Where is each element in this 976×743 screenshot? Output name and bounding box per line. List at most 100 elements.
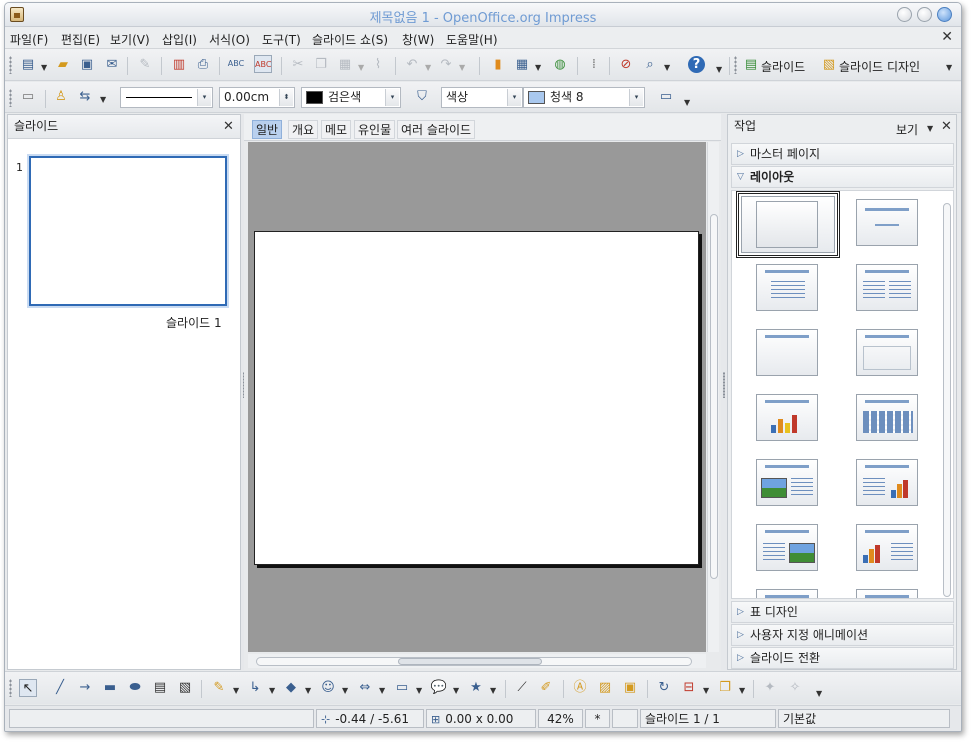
alignment-dropdown-icon[interactable]: ▼ (703, 686, 709, 695)
autospellcheck-icon[interactable]: ABC (254, 55, 272, 73)
ellipse-icon[interactable]: ⬬ (126, 679, 144, 697)
zoom-dropdown-icon[interactable]: ▼ (664, 63, 670, 72)
undo-icon[interactable]: ↶ (403, 56, 421, 74)
basic-shapes-dropdown-icon[interactable]: ▼ (305, 686, 311, 695)
menu-slideshow[interactable]: 슬라이드 쇼(S) (312, 31, 388, 48)
section-master-pages[interactable]: ▷ 마스터 페이지 (731, 143, 954, 165)
gallery-icon[interactable]: ▣ (621, 679, 639, 697)
export-pdf-icon[interactable]: ▥ (170, 56, 188, 74)
slide-design-icon[interactable]: ▧ (820, 56, 838, 74)
arrow-style-dropdown-icon[interactable]: ▼ (100, 95, 106, 104)
tab-normal[interactable]: 일반 (252, 120, 283, 139)
tab-notes[interactable]: 메모 (321, 120, 352, 139)
zoom-icon[interactable]: ⌕ (641, 56, 659, 74)
slides-pane-close-icon[interactable]: ✕ (223, 119, 234, 134)
alignment-icon[interactable]: ⊟ (680, 679, 698, 697)
points-icon[interactable]: ⟋ (513, 679, 531, 697)
open-icon[interactable]: ▰ (54, 56, 72, 74)
shadow-icon[interactable]: ▭ (657, 88, 675, 106)
spellcheck-icon[interactable]: ABC (227, 55, 245, 73)
layout-title-two-content[interactable] (856, 264, 918, 311)
arrange-icon[interactable]: ❐ (716, 679, 734, 697)
toolbar-grip[interactable] (9, 679, 12, 697)
redo-icon[interactable]: ↷ (437, 56, 455, 74)
print-icon[interactable]: ⎙ (194, 56, 212, 74)
help-icon[interactable]: ? (688, 56, 705, 73)
flowchart-dropdown-icon[interactable]: ▼ (416, 686, 422, 695)
edit-file-icon[interactable]: ✎ (136, 56, 154, 74)
stars-icon[interactable]: ★ (467, 679, 485, 697)
vertical-scrollbar[interactable] (707, 142, 719, 652)
rotate-icon[interactable]: ↻ (655, 679, 673, 697)
layout-title-chart[interactable] (756, 394, 818, 441)
fontwork-gallery-icon[interactable]: Ⓐ (571, 679, 589, 697)
menu-view[interactable]: 보기(V) (110, 31, 150, 48)
section-slide-transition[interactable]: ▷ 슬라이드 전환 (731, 647, 954, 669)
status-signature[interactable] (612, 709, 638, 728)
arrow-line-icon[interactable]: → (76, 679, 94, 697)
undo-dropdown-icon[interactable]: ▼ (425, 63, 431, 72)
layout-chart-text[interactable] (856, 524, 918, 571)
layout-picture-text[interactable] (756, 459, 818, 506)
horizontal-scrollbar[interactable] (248, 654, 706, 668)
slide-canvas[interactable] (248, 142, 706, 652)
area-color-select[interactable]: 청색 8 ▾ (523, 87, 645, 108)
extrusion-icon[interactable]: ✦ (761, 679, 779, 697)
show-draw-functions-icon[interactable]: ◍ (551, 56, 569, 74)
new-slide-icon[interactable]: ▤ (742, 56, 760, 74)
layout-title-content[interactable] (756, 264, 818, 311)
save-icon[interactable]: ▣ (78, 56, 96, 74)
layout-partial[interactable] (856, 589, 918, 598)
grid-icon[interactable]: ⁞ (585, 56, 603, 74)
curve-icon[interactable]: ✎ (210, 679, 228, 697)
menu-help[interactable]: 도움말(H) (446, 31, 498, 48)
fontwork-text-icon[interactable]: ▧ (176, 679, 194, 697)
line-width-spinner-icon[interactable]: ⬍ (279, 89, 293, 106)
arrow-style-icon[interactable]: ⇆ (76, 88, 94, 106)
menu-window[interactable]: 창(W) (402, 31, 434, 48)
3d-effects-icon[interactable]: ✧ (786, 679, 804, 697)
toolbar-grip[interactable] (9, 89, 12, 107)
task-pane-view-menu[interactable]: 보기 (896, 121, 918, 138)
layout-title-box[interactable] (856, 329, 918, 376)
section-layouts[interactable]: ▽ 레이아웃 (731, 166, 954, 188)
maximize-button[interactable] (917, 7, 932, 22)
layout-title-only[interactable] (856, 199, 918, 246)
line-style-select[interactable]: ▾ (120, 87, 213, 108)
toolbar-grip[interactable] (734, 56, 737, 74)
curve-dropdown-icon[interactable]: ▼ (233, 686, 239, 695)
toolbar-overflow-icon[interactable]: ▼ (684, 98, 690, 107)
table-dropdown-icon[interactable]: ▼ (535, 63, 541, 72)
email-icon[interactable]: ✉ (103, 56, 121, 74)
layout-title-centered-text[interactable] (756, 329, 818, 376)
connector-icon[interactable]: ↳ (246, 679, 264, 697)
new-icon[interactable]: ▤ (19, 56, 37, 74)
new-slide-button[interactable]: 슬라이드 (761, 58, 805, 75)
line-color-dropdown-icon[interactable]: ▾ (385, 89, 399, 106)
area-color-dropdown-icon[interactable]: ▾ (629, 89, 643, 106)
callouts-dropdown-icon[interactable]: ▼ (453, 686, 459, 695)
status-zoom[interactable]: 42% (538, 709, 583, 728)
close-document-icon[interactable]: ✕ (941, 29, 953, 45)
menu-file[interactable]: 파일(F) (10, 31, 48, 48)
line-color-select[interactable]: 검은색 ▾ (301, 87, 401, 108)
line-icon[interactable]: ╱ (51, 679, 69, 697)
menu-edit[interactable]: 편집(E) (61, 31, 100, 48)
redo-dropdown-icon[interactable]: ▼ (459, 63, 465, 72)
tab-handout[interactable]: 유인물 (354, 120, 396, 139)
from-file-icon[interactable]: ▨ (596, 679, 614, 697)
minimize-button[interactable] (897, 7, 912, 22)
stars-dropdown-icon[interactable]: ▼ (490, 686, 496, 695)
horizontal-scroll-thumb[interactable] (398, 658, 542, 665)
table-icon[interactable]: ▦ (513, 56, 531, 74)
text-icon[interactable]: ▤ (151, 679, 169, 697)
layout-partial[interactable] (756, 589, 818, 598)
slide-page[interactable] (254, 231, 699, 565)
toolbar-overflow-icon[interactable]: ▼ (716, 65, 722, 74)
toolbar-overflow-icon[interactable]: ▼ (816, 689, 822, 698)
rectangle-icon[interactable]: ▬ (101, 679, 119, 697)
style-icon[interactable]: ▭ (19, 88, 37, 106)
toolbar-overflow-icon[interactable]: ▼ (946, 63, 952, 72)
line-width-field[interactable]: 0.00cm ⬍ (219, 87, 295, 108)
view-menu-dropdown-icon[interactable]: ▼ (927, 124, 933, 133)
